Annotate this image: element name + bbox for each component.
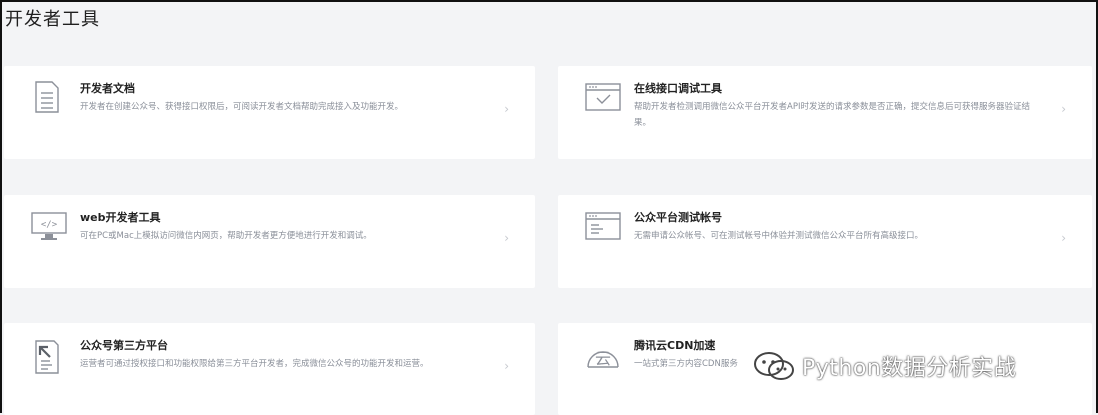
card-description: 可在PC或Mac上模拟访问微信内网页，帮助开发者更方便地进行开发和调试。 <box>80 231 372 241</box>
card-third-party-platform[interactable]: 公众号第三方平台 运营者可通过授权接口和功能权限给第三方平台开发者，完成微信公众… <box>4 323 535 415</box>
chevron-right-icon: › <box>1061 102 1066 116</box>
page-title: 开发者工具 <box>5 9 100 30</box>
card-description: 运营者可通过授权接口和功能权限给第三方平台开发者，完成微信公众号的功能开发和运营… <box>80 359 429 369</box>
chevron-right-icon: › <box>1061 231 1066 245</box>
card-online-api-debug[interactable]: 在线接口调试工具 帮助开发者检测调用微信公众平台开发者API时发送的请求参数是否… <box>558 66 1092 159</box>
wechat-logo-icon <box>754 352 794 380</box>
cloud-yun-icon: 云 <box>584 337 619 371</box>
card-description: 帮助开发者检测调用微信公众平台开发者API时发送的请求参数是否正确，提交信息后可… <box>634 102 1030 128</box>
card-title: 公众号第三方平台 <box>80 339 168 352</box>
chevron-right-icon: › <box>504 102 509 116</box>
card-developer-docs[interactable]: 开发者文档 开发者在创建公众号、获得接口权限后，可阅读开发者文档帮助完成接入及功… <box>4 66 535 159</box>
card-title: 腾讯云CDN加速 <box>634 339 716 352</box>
card-description: 开发者在创建公众号、获得接口权限后，可阅读开发者文档帮助完成接入及功能开发。 <box>80 102 404 112</box>
card-title: web开发者工具 <box>80 211 161 224</box>
window-check-icon <box>584 80 621 114</box>
document-arrow-icon <box>30 337 64 374</box>
browser-window-icon <box>584 209 621 243</box>
chevron-right-icon: › <box>504 359 509 373</box>
chevron-right-icon: › <box>504 231 509 245</box>
watermark-text: Python数据分析实战 <box>802 356 1017 381</box>
card-title: 开发者文档 <box>80 82 135 95</box>
document-icon <box>30 80 64 114</box>
svg-text:</>: </> <box>41 220 58 230</box>
monitor-code-icon: </> <box>30 209 67 243</box>
card-title: 公众平台测试帐号 <box>634 211 722 224</box>
watermark: Python数据分析实战 <box>752 349 1016 383</box>
card-test-account[interactable]: 公众平台测试帐号 无需申请公众帐号、可在测试帐号中体验并测试微信公众平台所有高级… <box>558 195 1092 288</box>
card-web-dev-tools[interactable]: </> web开发者工具 可在PC或Mac上模拟访问微信内网页，帮助开发者更方便… <box>4 195 535 288</box>
card-title: 在线接口调试工具 <box>634 82 722 95</box>
card-description: 无需申请公众帐号、可在测试帐号中体验并测试微信公众平台所有高级接口。 <box>634 231 924 241</box>
svg-text:云: 云 <box>595 349 611 368</box>
